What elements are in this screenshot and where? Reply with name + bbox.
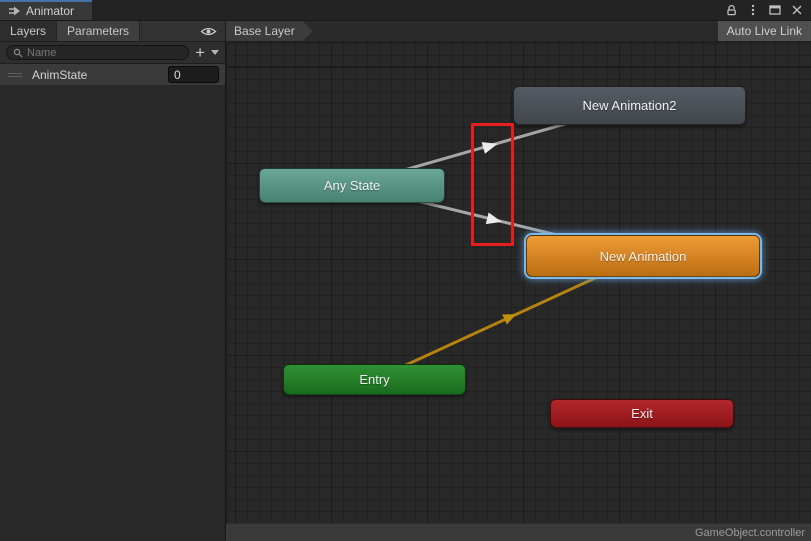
state-node-new-animation-selected[interactable]: New Animation [526, 235, 760, 277]
animator-sidebar: Layers Parameters [0, 21, 226, 541]
lock-icon[interactable] [723, 2, 739, 18]
graph-toolbar: Base Layer Auto Live Link [226, 21, 811, 42]
transition-arrowhead [502, 309, 518, 324]
animator-window: Animator [0, 0, 811, 541]
controller-path-label: GameObject.controller [695, 527, 805, 539]
state-node-new-animation2[interactable]: New Animation2 [513, 86, 746, 125]
window-controls [723, 0, 811, 20]
search-icon [13, 48, 23, 58]
parameter-name: AnimState [32, 68, 168, 82]
node-label: New Animation [600, 249, 687, 264]
tab-title: Animator [26, 4, 74, 18]
search-input[interactable] [27, 47, 182, 59]
node-label: Any State [324, 178, 380, 193]
drag-handle-icon[interactable] [8, 73, 22, 77]
state-node-entry[interactable]: Entry [283, 364, 466, 395]
node-label: Exit [631, 406, 653, 421]
tab-parameters-label: Parameters [67, 24, 129, 38]
tab-layers[interactable]: Layers [0, 21, 57, 41]
state-node-any-state[interactable]: Any State [259, 168, 445, 203]
animator-icon [8, 6, 21, 16]
tab-parameters[interactable]: Parameters [57, 21, 140, 41]
state-node-exit[interactable]: Exit [550, 399, 734, 428]
add-parameter-button[interactable]: + [193, 45, 207, 60]
node-label: New Animation2 [583, 98, 677, 113]
auto-live-link-label: Auto Live Link [727, 24, 802, 38]
node-label: Entry [359, 372, 389, 387]
auto-live-link-button[interactable]: Auto Live Link [718, 21, 811, 41]
chevron-down-icon[interactable] [211, 50, 219, 55]
parameter-value-field[interactable] [168, 66, 219, 83]
sidebar-empty-area [0, 85, 225, 541]
close-icon[interactable] [789, 2, 805, 18]
eye-icon[interactable] [200, 21, 225, 41]
parameter-search-row: + [0, 42, 225, 64]
maximize-icon[interactable] [767, 2, 783, 18]
tab-animator[interactable]: Animator [0, 0, 92, 20]
tab-layers-label: Layers [10, 24, 46, 38]
sidebar-tab-strip: Layers Parameters [0, 21, 225, 42]
breadcrumb-base-layer[interactable]: Base Layer [226, 21, 313, 41]
graph-canvas[interactable]: New Animation2 Any State New Animation E… [226, 42, 811, 523]
breadcrumb-label: Base Layer [234, 24, 295, 38]
red-highlight-rectangle [471, 123, 514, 246]
window-tab-bar: Animator [0, 0, 811, 21]
graph-status-bar: GameObject.controller [226, 523, 811, 541]
parameter-row-animstate[interactable]: AnimState [0, 64, 225, 85]
search-field[interactable] [6, 45, 189, 60]
kebab-menu-icon[interactable] [745, 2, 761, 18]
